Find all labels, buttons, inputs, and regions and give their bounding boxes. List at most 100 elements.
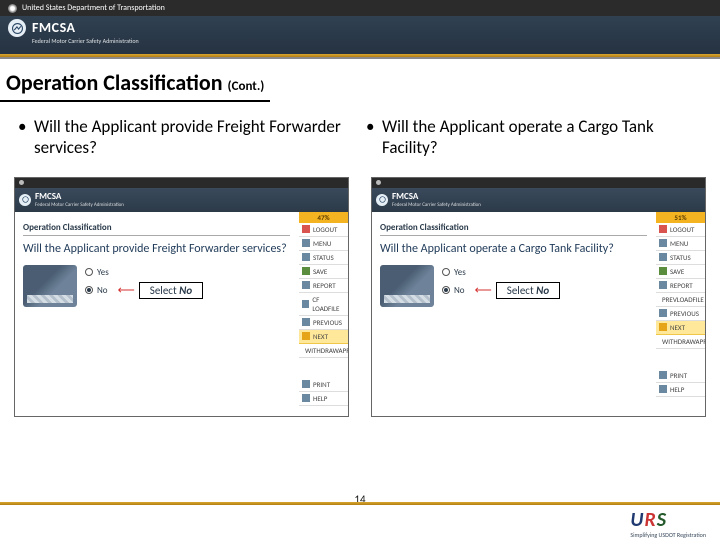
brand-row: FMCSA Federal Motor Carrier Safety Admin… [0, 16, 720, 54]
menu-label: STATUS [313, 253, 334, 262]
progress-pct: 47% [299, 212, 348, 223]
menu-label: REPORT [670, 281, 693, 290]
menu-label: SAVE [670, 267, 684, 276]
footer: URS Simplifying USDOT Registration [0, 502, 720, 540]
mini-brand-sub: Federal Motor Carrier Safety Administrat… [35, 202, 124, 208]
callout-pre: Select [507, 284, 536, 297]
menu-status[interactable]: STATUS [656, 251, 705, 265]
menu-label: HELP [313, 394, 327, 403]
menu-prevload[interactable]: PREVLOADFILE [656, 293, 705, 307]
option-yes[interactable]: Yes [442, 267, 560, 278]
menu-menu[interactable]: MENU [299, 237, 348, 251]
menu-label: HELP [670, 385, 684, 394]
callout-box: Select No [139, 282, 203, 299]
mini-brand-sub: Federal Motor Carrier Safety Administrat… [392, 202, 481, 208]
menu-next[interactable]: NEXT [656, 321, 705, 335]
menu-cf[interactable]: CF LOADFILE [299, 293, 348, 316]
mini-main-panel: Operation Classification Will the Applic… [372, 212, 655, 416]
bullet-left: Will the Applicant provide Freight Forwa… [34, 116, 352, 159]
urs-tagline: Simplifying USDOT Registration [630, 532, 706, 538]
menu-label: PREVLOADFILE [662, 295, 704, 304]
dept-name: United States Department of Transportati… [22, 3, 165, 13]
logout-icon [659, 225, 667, 233]
menu-status[interactable]: STATUS [299, 251, 348, 265]
save-icon [302, 267, 310, 275]
menu-label: PREVIOUS [313, 318, 342, 327]
help-icon [659, 385, 667, 393]
menu-label: PRINT [313, 380, 330, 389]
mini-brand-row: FMCSA Federal Motor Carrier Safety Admin… [15, 188, 348, 212]
radio-icon [85, 286, 93, 294]
option-yes-label: Yes [454, 267, 466, 278]
menu-label: LOGOUT [670, 225, 694, 234]
menu-next[interactable]: NEXT [299, 330, 348, 344]
cargo-tank-art-icon [380, 265, 434, 307]
file-icon [302, 300, 309, 308]
mini-question: Will the Applicant operate a Cargo Tank … [380, 242, 647, 257]
menu-label: SAVE [313, 267, 327, 276]
menu-report[interactable]: REPORT [299, 279, 348, 293]
slide-title-cont: (Cont.) [228, 79, 265, 94]
menu-help[interactable]: HELP [656, 383, 705, 397]
mini-seal-icon [376, 180, 381, 185]
screenshots-row: FMCSA Federal Motor Carrier Safety Admin… [0, 167, 720, 417]
freight-art-icon [23, 265, 77, 307]
option-yes[interactable]: Yes [85, 267, 203, 278]
menu-label: PRINT [670, 371, 687, 380]
previous-icon [302, 318, 310, 326]
menu-withdraw[interactable]: WITHDRAWAPP [656, 335, 705, 349]
menu-menu[interactable]: MENU [656, 237, 705, 251]
status-icon [659, 253, 667, 261]
mini-fmcsa-logo-icon [19, 194, 31, 206]
save-icon [659, 267, 667, 275]
report-icon [302, 281, 310, 289]
mini-fmcsa-logo-icon [376, 194, 388, 206]
mini-question: Will the Applicant provide Freight Forwa… [23, 242, 290, 257]
bullet-right: Will the Applicant operate a Cargo Tank … [382, 116, 700, 159]
urs-logo-icon: URS [630, 508, 706, 532]
menu-previous[interactable]: PREVIOUS [656, 307, 705, 321]
menu-logout[interactable]: LOGOUT [656, 223, 705, 237]
menu-print[interactable]: PRINT [656, 369, 705, 383]
mini-main-panel: Operation Classification Will the Applic… [15, 212, 298, 416]
menu-help[interactable]: HELP [299, 392, 348, 406]
menu-previous[interactable]: PREVIOUS [299, 316, 348, 330]
mini-section-title: Operation Classification [380, 222, 647, 236]
menu-icon [302, 239, 310, 247]
slide-title: Operation Classification (Cont.) [0, 59, 270, 102]
print-icon [659, 371, 667, 379]
brand-subtitle: Federal Motor Carrier Safety Administrat… [32, 37, 139, 45]
radio-icon [85, 268, 93, 276]
callout-pre: Select [150, 284, 179, 297]
menu-logout[interactable]: LOGOUT [299, 223, 348, 237]
mini-dept-bar [15, 178, 348, 188]
radio-icon [442, 268, 450, 276]
progress-pct: 51% [656, 212, 705, 223]
screenshot-left: FMCSA Federal Motor Carrier Safety Admin… [14, 177, 349, 417]
brand-name: FMCSA [32, 19, 139, 36]
menu-report[interactable]: REPORT [656, 279, 705, 293]
menu-label: WITHDRAWAPP [662, 337, 706, 346]
menu-icon [659, 239, 667, 247]
menu-label: CF LOADFILE [312, 295, 345, 313]
radio-icon [442, 286, 450, 294]
mini-section-title: Operation Classification [23, 222, 290, 236]
arrow-icon: ⟵ [118, 283, 135, 298]
next-icon [302, 332, 310, 340]
menu-withdraw[interactable]: WITHDRAWAPP [299, 344, 348, 358]
option-no-label: No [97, 285, 108, 296]
menu-print[interactable]: PRINT [299, 378, 348, 392]
bullet-row: Will the Applicant provide Freight Forwa… [0, 102, 720, 167]
arrow-icon: ⟵ [475, 283, 492, 298]
mini-seal-icon [19, 180, 24, 185]
option-no[interactable]: No ⟵ Select No [442, 282, 560, 299]
screenshot-right: FMCSA Federal Motor Carrier Safety Admin… [371, 177, 706, 417]
report-icon [659, 281, 667, 289]
option-no[interactable]: No ⟵ Select No [85, 282, 203, 299]
logout-icon [302, 225, 310, 233]
menu-save[interactable]: SAVE [656, 265, 705, 279]
callout-val: No [536, 284, 549, 297]
menu-label: PREVIOUS [670, 309, 699, 318]
menu-label: WITHDRAWAPP [305, 346, 349, 355]
menu-save[interactable]: SAVE [299, 265, 348, 279]
